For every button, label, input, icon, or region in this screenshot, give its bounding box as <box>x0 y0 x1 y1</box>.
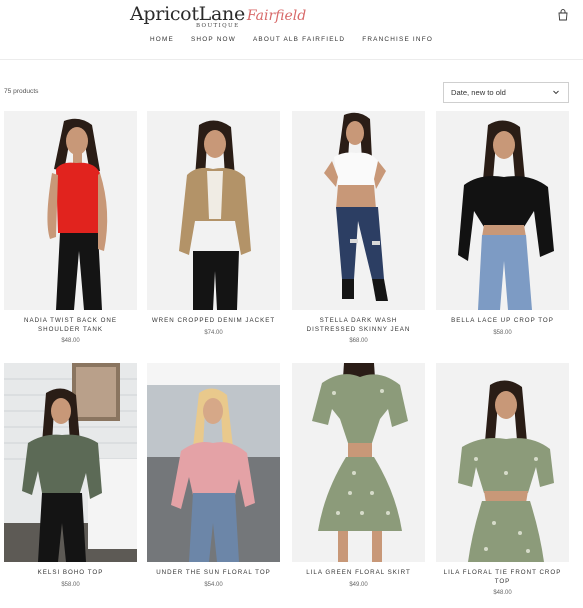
product-price: $48.00 <box>493 590 512 597</box>
product-card[interactable]: LILA GREEN FLORAL SKIRT $49.00 <box>292 363 425 588</box>
chevron-down-icon <box>553 90 559 95</box>
product-price: $58.00 <box>61 581 80 588</box>
product-card[interactable]: BELLA LACE UP CROP TOP $58.00 <box>436 111 569 336</box>
product-image[interactable] <box>147 111 280 310</box>
product-title[interactable]: KELSI BOHO TOP <box>4 569 137 578</box>
product-image[interactable] <box>436 363 569 562</box>
product-image[interactable] <box>147 363 280 562</box>
product-price: $74.00 <box>204 329 223 336</box>
nav-franchise-info[interactable]: FRANCHISE INFO <box>362 36 433 43</box>
product-card[interactable]: UNDER THE SUN FLORAL TOP $54.00 <box>147 363 280 588</box>
nav-about[interactable]: ABOUT ALB FAIRFIELD <box>253 36 345 43</box>
product-card[interactable]: STELLA DARK WASH DISTRESSED SKINNY JEAN … <box>292 111 425 344</box>
product-card[interactable]: KELSI BOHO TOP $58.00 <box>4 363 137 588</box>
product-title[interactable]: UNDER THE SUN FLORAL TOP <box>147 569 280 578</box>
product-title[interactable]: LILA GREEN FLORAL SKIRT <box>292 569 425 578</box>
product-card[interactable]: WREN CROPPED DENIM JACKET $74.00 <box>147 111 280 336</box>
sort-value: Date, new to old <box>451 88 506 97</box>
product-count: 75 products <box>4 88 39 95</box>
brand-logo[interactable]: ApricotLane Fairfield BOUTIQUE <box>130 3 306 29</box>
product-image[interactable] <box>436 111 569 310</box>
product-card[interactable]: NADIA TWIST BACK ONE SHOULDER TANK $48.0… <box>4 111 137 344</box>
brand-tagline: BOUTIQUE <box>196 23 240 29</box>
nav-home[interactable]: HOME <box>150 36 174 43</box>
product-price: $54.00 <box>204 581 223 588</box>
product-price: $48.00 <box>61 338 80 345</box>
site-header: ApricotLane Fairfield BOUTIQUE HOME SHOP … <box>0 0 583 60</box>
product-image[interactable] <box>4 111 137 310</box>
product-title[interactable]: BELLA LACE UP CROP TOP <box>436 317 569 326</box>
product-card[interactable]: LILA FLORAL TIE FRONT CROP TOP $48.00 <box>436 363 569 596</box>
product-price: $49.00 <box>349 581 368 588</box>
brand-location: Fairfield <box>246 8 307 24</box>
sort-select[interactable]: Date, new to old <box>443 82 569 103</box>
brand-name: ApricotLane <box>130 3 245 25</box>
product-title[interactable]: NADIA TWIST BACK ONE SHOULDER TANK <box>4 317 137 334</box>
product-title[interactable]: STELLA DARK WASH DISTRESSED SKINNY JEAN <box>292 317 425 334</box>
product-title[interactable]: LILA FLORAL TIE FRONT CROP TOP <box>436 569 569 586</box>
product-image[interactable] <box>292 111 425 310</box>
product-title[interactable]: WREN CROPPED DENIM JACKET <box>147 317 280 326</box>
cart-icon[interactable] <box>557 9 569 21</box>
product-image[interactable] <box>4 363 137 562</box>
nav-shop-now[interactable]: SHOP NOW <box>191 36 236 43</box>
product-image[interactable] <box>292 363 425 562</box>
product-price: $58.00 <box>493 329 512 336</box>
product-price: $68.00 <box>349 338 368 345</box>
main-nav: HOME SHOP NOW ABOUT ALB FAIRFIELD FRANCH… <box>0 36 583 43</box>
